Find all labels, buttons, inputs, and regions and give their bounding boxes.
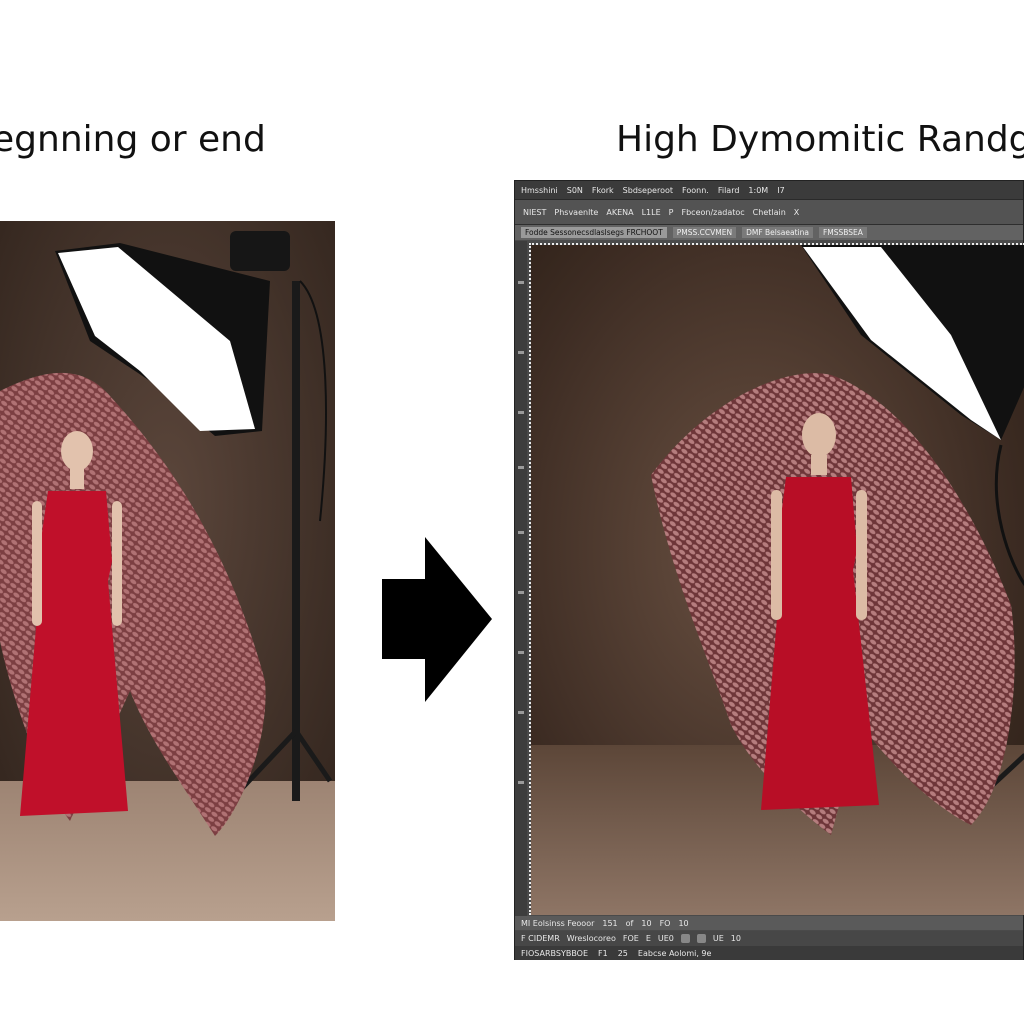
- caption-right: High Dymomitic Randge: [616, 119, 1024, 160]
- caption-left: egnning or end: [0, 119, 266, 160]
- info-text: F1: [598, 948, 608, 958]
- status-bar: MI Eolsinss Feooor 151 of 10 FO 10: [515, 916, 1023, 930]
- document-tab[interactable]: FMSSBSEA: [818, 227, 867, 238]
- tool-icon[interactable]: [696, 934, 706, 943]
- tool-ruler[interactable]: [515, 241, 527, 916]
- bottom-item[interactable]: UE: [713, 934, 724, 943]
- option-item[interactable]: NIEST: [523, 208, 546, 217]
- light-stand-icon: [292, 281, 300, 801]
- ruler-tick: [518, 411, 524, 414]
- document-tab-bar: Fodde Sessonecsdlaslsegs FRCHOOT PMSS.CC…: [515, 225, 1023, 240]
- document-tab[interactable]: Fodde Sessonecsdlaslsegs FRCHOOT: [521, 227, 667, 238]
- bottom-item[interactable]: Wreslocoreo: [567, 934, 616, 943]
- menu-item[interactable]: Sbdseperoot: [623, 186, 673, 195]
- studio-scene-before: [0, 221, 335, 921]
- bottom-item[interactable]: E: [646, 934, 651, 943]
- menu-item[interactable]: S0N: [567, 186, 583, 195]
- menu-item[interactable]: Fkork: [592, 186, 614, 195]
- document-tab[interactable]: PMSS.CCVMEN: [672, 227, 737, 238]
- menu-item[interactable]: Filard: [718, 186, 740, 195]
- menu-item[interactable]: 1:0M: [748, 186, 768, 195]
- ruler-tick: [518, 531, 524, 534]
- status-text: 10: [641, 918, 652, 928]
- info-text: Eabcse Aolomi, 9e: [637, 948, 712, 958]
- ruler-tick: [518, 466, 524, 469]
- status-text: FO: [659, 918, 671, 928]
- options-bar: NIEST Phsvaenlte AKENA L1LE P Fbceon/zad…: [515, 200, 1023, 225]
- status-text: of: [625, 918, 634, 928]
- option-item[interactable]: Chetlain: [753, 208, 786, 217]
- bottom-item[interactable]: FOE: [623, 934, 639, 943]
- studio-scene-after: [531, 245, 1024, 915]
- option-item[interactable]: L1LE: [642, 208, 661, 217]
- status-text: 10: [678, 918, 689, 928]
- document-tab[interactable]: DMF Belsaeatina: [742, 227, 813, 238]
- before-photo: [0, 221, 335, 921]
- info-text: 25: [617, 948, 628, 958]
- option-item[interactable]: AKENA: [606, 208, 633, 217]
- photo-editor-window: Hmsshini S0N Fkork Sbdseperoot Foonn. Fi…: [514, 180, 1024, 960]
- menu-item[interactable]: Foonn.: [682, 186, 709, 195]
- info-bar: FIOSARBSYBBOE F1 25 Eabcse Aolomi, 9e: [515, 946, 1023, 960]
- option-item[interactable]: Fbceon/zadatoc: [681, 208, 744, 217]
- info-text: FIOSARBSYBBOE: [521, 948, 589, 958]
- tool-icon[interactable]: [680, 934, 690, 943]
- option-item[interactable]: Phsvaenlte: [554, 208, 598, 217]
- status-text: MI Eolsinss Feooor: [521, 918, 595, 928]
- option-item[interactable]: P: [669, 208, 674, 217]
- image-canvas[interactable]: [529, 243, 1024, 915]
- menu-item[interactable]: Hmsshini: [521, 186, 558, 195]
- ruler-tick: [518, 351, 524, 354]
- menu-item[interactable]: I7: [777, 186, 784, 195]
- bottom-item[interactable]: F CIDEMR: [521, 934, 560, 943]
- right-arrow-icon: [382, 537, 492, 702]
- menu-bar: Hmsshini S0N Fkork Sbdseperoot Foonn. Fi…: [515, 181, 1023, 200]
- ruler-tick: [518, 711, 524, 714]
- bottom-toolbar: F CIDEMR Wreslocoreo FOE E UE0 UE 10: [515, 931, 1023, 946]
- bottom-item[interactable]: UE0: [658, 934, 674, 943]
- option-item[interactable]: X: [794, 208, 799, 217]
- ruler-tick: [518, 591, 524, 594]
- status-text: 151: [602, 918, 618, 928]
- ruler-tick: [518, 651, 524, 654]
- bottom-item[interactable]: 10: [731, 934, 741, 943]
- ruler-tick: [518, 781, 524, 784]
- ruler-tick: [518, 281, 524, 284]
